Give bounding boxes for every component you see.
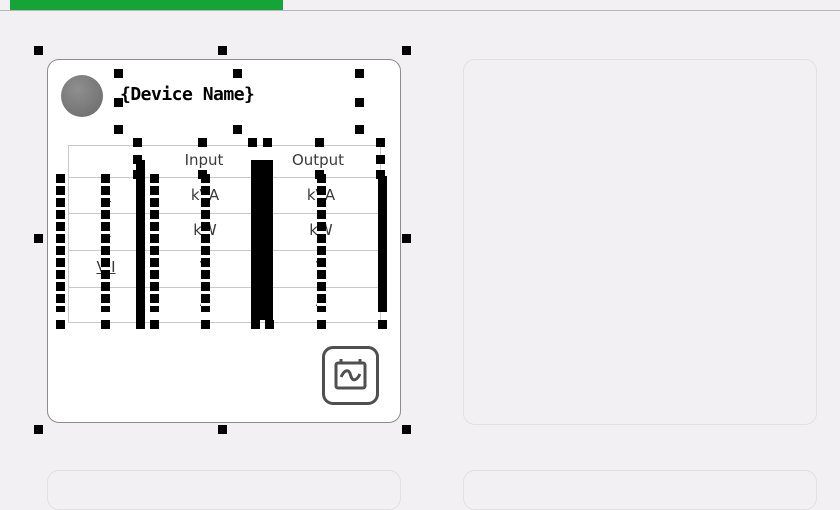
resize-handle[interactable] <box>133 138 142 147</box>
table-line <box>68 213 380 214</box>
handle-column[interactable] <box>150 174 159 312</box>
resize-handle[interactable] <box>355 98 364 107</box>
resize-handle[interactable] <box>218 46 227 55</box>
handle-column[interactable] <box>251 160 273 320</box>
resize-handle[interactable] <box>233 125 242 134</box>
status-dot-icon <box>61 75 103 117</box>
handle-column[interactable] <box>201 174 210 312</box>
resize-handle[interactable] <box>114 69 123 78</box>
generator-sine-icon[interactable] <box>322 346 379 405</box>
table-line <box>68 287 380 288</box>
resize-handle[interactable] <box>376 138 385 147</box>
resize-handle[interactable] <box>34 46 43 55</box>
handle-column[interactable] <box>101 174 110 312</box>
table-header-output: Output <box>291 151 345 169</box>
handle-column[interactable] <box>317 174 326 312</box>
handle-column[interactable] <box>56 174 65 312</box>
resize-handle[interactable] <box>355 69 364 78</box>
resize-handle[interactable] <box>201 320 210 329</box>
resize-handle[interactable] <box>114 98 123 107</box>
resize-handle[interactable] <box>317 320 326 329</box>
resize-handle[interactable] <box>56 320 65 329</box>
resize-handle[interactable] <box>198 138 207 147</box>
progress-bar-fill <box>10 0 283 10</box>
handle-column[interactable] <box>378 176 387 312</box>
resize-handle[interactable] <box>114 125 123 134</box>
resize-handle[interactable] <box>355 125 364 134</box>
handle-column[interactable] <box>136 160 145 320</box>
resize-handle[interactable] <box>218 425 227 434</box>
resize-handle[interactable] <box>136 320 145 329</box>
resize-handle[interactable] <box>101 320 110 329</box>
table-line <box>68 250 380 251</box>
resize-handle[interactable] <box>376 155 385 164</box>
resize-handle[interactable] <box>248 138 257 147</box>
resize-handle[interactable] <box>402 46 411 55</box>
resize-handle[interactable] <box>251 320 260 329</box>
resize-handle[interactable] <box>402 234 411 243</box>
resize-handle[interactable] <box>378 320 387 329</box>
table-line <box>68 177 380 178</box>
empty-panel-top-right[interactable] <box>463 59 817 425</box>
resize-handle[interactable] <box>402 425 411 434</box>
resize-handle[interactable] <box>265 320 274 329</box>
table-header-input: Input <box>184 151 224 169</box>
device-name-label[interactable]: {Device Name} <box>120 84 255 105</box>
table-line <box>68 145 380 146</box>
table-line <box>68 145 69 322</box>
resize-handle[interactable] <box>263 138 272 147</box>
resize-handle[interactable] <box>34 425 43 434</box>
resize-handle[interactable] <box>315 138 324 147</box>
table-line <box>68 322 380 323</box>
top-bar <box>0 0 840 11</box>
resize-handle[interactable] <box>233 69 242 78</box>
resize-handle[interactable] <box>34 234 43 243</box>
resize-handle[interactable] <box>150 320 159 329</box>
empty-panel-bottom-left[interactable] <box>47 470 401 510</box>
empty-panel-bottom-right[interactable] <box>463 470 817 510</box>
